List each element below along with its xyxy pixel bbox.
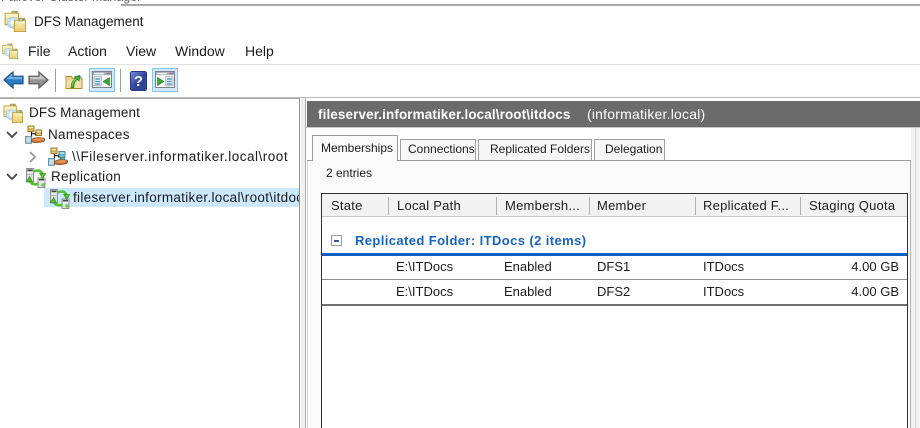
svg-text:?: ? <box>134 73 143 90</box>
